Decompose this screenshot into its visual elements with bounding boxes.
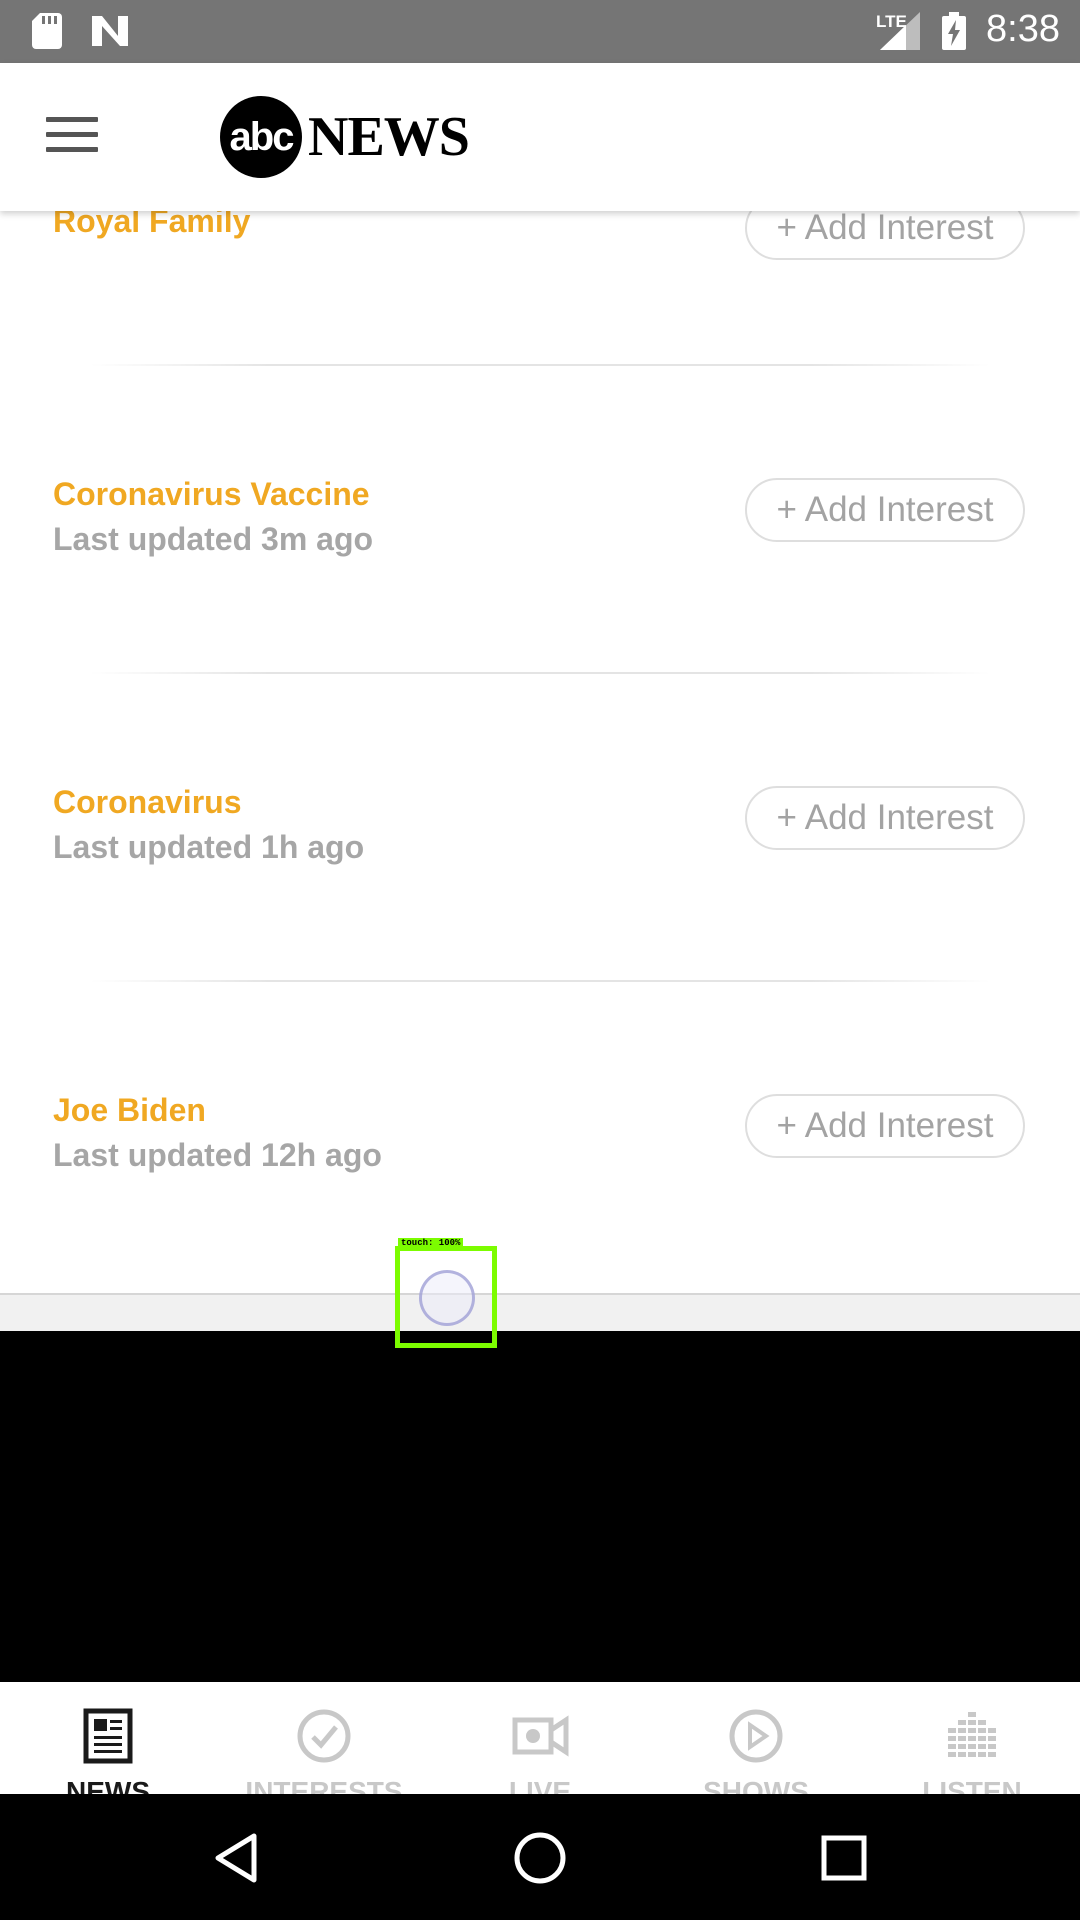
topic-item: Coronavirus Vaccine Last updated 3m ago … (0, 476, 1080, 626)
topic-item: Royal Family + Add Interest (0, 211, 1080, 331)
tab-label: NEWS (66, 1776, 150, 1794)
topic-title[interactable]: Royal Family (53, 211, 250, 240)
check-circle-icon (297, 1709, 351, 1763)
video-player[interactable] (0, 1331, 1080, 1682)
video-camera-icon (512, 1715, 569, 1757)
tab-listen[interactable]: LISTEN (864, 1682, 1080, 1794)
recents-icon[interactable] (812, 1826, 876, 1890)
battery-charging-icon (942, 12, 966, 50)
touch-label: touch: 100% (398, 1238, 464, 1249)
back-icon[interactable] (204, 1826, 268, 1890)
add-interest-button[interactable]: + Add Interest (745, 211, 1025, 260)
divider (90, 672, 990, 674)
logo-abc: abc (220, 96, 302, 178)
add-interest-button[interactable]: + Add Interest (745, 1094, 1025, 1158)
add-interest-button[interactable]: + Add Interest (745, 478, 1025, 542)
abc-news-logo: abc NEWS (220, 96, 470, 178)
play-circle-icon (729, 1709, 783, 1763)
topic-title[interactable]: Joe Biden (53, 1092, 206, 1129)
home-icon[interactable] (508, 1826, 572, 1890)
bottom-tab-bar: NEWS INTERESTS LIVE SHOWS LISTEN (0, 1682, 1080, 1794)
topic-list: Royal Family + Add Interest Coronavirus … (0, 211, 1080, 1293)
divider (90, 980, 990, 982)
touch-dot (419, 1270, 475, 1326)
topic-last-updated: Last updated 3m ago (53, 521, 374, 557)
topic-title[interactable]: Coronavirus (53, 784, 241, 821)
hamburger-icon[interactable] (46, 117, 98, 157)
tab-label: INTERESTS (245, 1776, 403, 1794)
topic-title[interactable]: Coronavirus Vaccine (53, 476, 370, 513)
topic-last-updated: Last updated 12h ago (53, 1137, 382, 1173)
status-bar: LTE 8:38 (0, 0, 1080, 63)
logo-news: NEWS (308, 106, 470, 168)
equalizer-icon (948, 1712, 996, 1757)
tab-shows[interactable]: SHOWS (648, 1682, 864, 1794)
newspaper-icon (83, 1708, 133, 1764)
n-logo-icon (92, 16, 128, 46)
tab-interests[interactable]: INTERESTS (216, 1682, 432, 1794)
app-bar: abc NEWS (0, 63, 1080, 211)
system-nav-bar (0, 1794, 1080, 1920)
tab-label: SHOWS (703, 1776, 809, 1794)
signal-icon (880, 12, 920, 50)
topic-item: Joe Biden Last updated 12h ago + Add Int… (0, 1092, 1080, 1242)
topic-item: Coronavirus Last updated 1h ago + Add In… (0, 784, 1080, 934)
clock: 8:38 (986, 8, 1060, 50)
divider (90, 364, 990, 366)
touch-indicator: touch: 100% (395, 1238, 497, 1348)
tab-news[interactable]: NEWS (0, 1682, 216, 1794)
tab-label: LISTEN (922, 1776, 1022, 1794)
player-handle-bar[interactable] (0, 1293, 1080, 1331)
add-interest-button[interactable]: + Add Interest (745, 786, 1025, 850)
topic-last-updated: Last updated 1h ago (53, 829, 365, 865)
tab-live[interactable]: LIVE (432, 1682, 648, 1794)
sd-card-icon (32, 13, 62, 49)
tab-label: LIVE (508, 1776, 572, 1794)
